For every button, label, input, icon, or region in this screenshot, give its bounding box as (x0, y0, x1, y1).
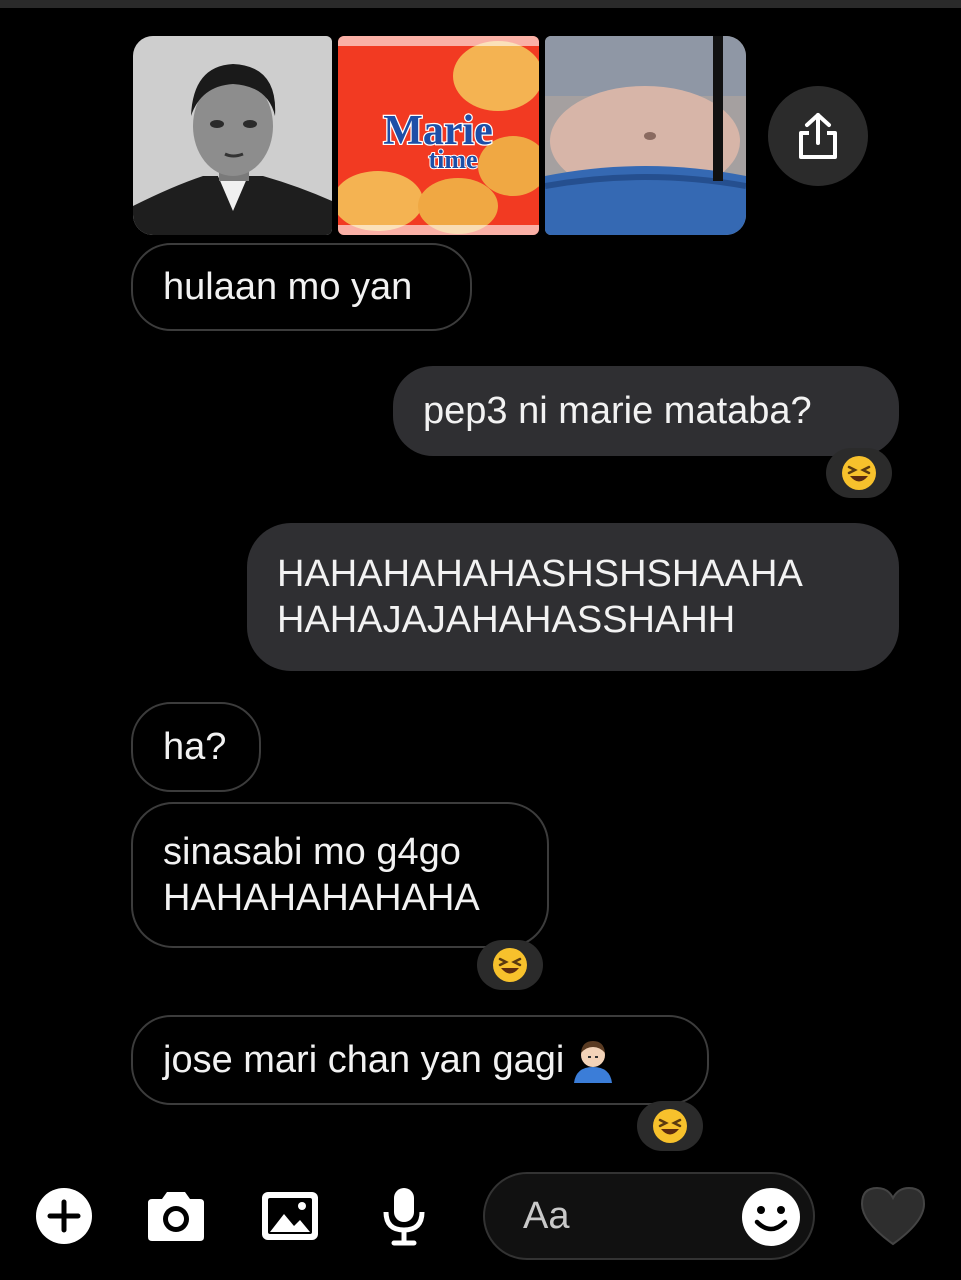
plus-icon (36, 1188, 92, 1244)
smiley-icon (742, 1188, 800, 1246)
message-text: jose mari chan yan gagi (163, 1039, 565, 1081)
incoming-message[interactable]: ha? (131, 702, 261, 792)
reaction-badge[interactable] (637, 1101, 703, 1151)
laughing-face-emoji (653, 1109, 687, 1143)
camera-button[interactable] (144, 1184, 208, 1248)
voice-button[interactable] (372, 1184, 436, 1248)
share-button[interactable] (768, 86, 868, 186)
incoming-message[interactable]: jose mari chan yan gagi (131, 1015, 709, 1105)
reaction-badge[interactable] (826, 448, 892, 498)
add-button[interactable] (32, 1184, 96, 1248)
reaction-badge[interactable] (477, 940, 543, 990)
message-text: pep3 ni marie mataba? (423, 390, 812, 432)
top-divider (0, 0, 961, 8)
heart-icon (860, 1186, 926, 1246)
man-emoji (574, 1041, 613, 1083)
message-placeholder: Aa (523, 1194, 570, 1237)
laughing-face-emoji (493, 948, 527, 982)
like-button[interactable] (858, 1184, 928, 1254)
incoming-message[interactable]: sinasabi mo g4go HAHAHAHAHAHA (131, 802, 549, 948)
outgoing-message[interactable]: pep3 ni marie mataba? (393, 366, 899, 456)
gallery-button[interactable] (258, 1184, 322, 1248)
laughing-face-emoji (842, 456, 876, 490)
image-icon (262, 1192, 318, 1240)
marie-biscuit-attachment[interactable]: Marie time (338, 36, 539, 235)
time-brand-text: time (428, 145, 477, 174)
portrait-photo-attachment[interactable] (133, 36, 332, 235)
share-icon (799, 113, 837, 159)
outgoing-message[interactable]: HAHAHAHAHASHSHSHAAHA HAHAJAJAHAHASSHAHH (247, 523, 899, 671)
message-text: HAHAHAHAHASHSHSHAAHA HAHAJAJAHAHASSHAHH (277, 553, 803, 641)
message-text: hulaan mo yan (163, 266, 413, 308)
message-text: ha? (163, 726, 227, 768)
incoming-message[interactable]: hulaan mo yan (131, 243, 472, 331)
message-text: sinasabi mo g4go HAHAHAHAHAHA (163, 831, 480, 919)
camera-icon (148, 1192, 204, 1241)
microphone-icon (383, 1188, 425, 1246)
emoji-button[interactable] (740, 1186, 802, 1248)
belly-photo-attachment[interactable] (545, 36, 746, 235)
